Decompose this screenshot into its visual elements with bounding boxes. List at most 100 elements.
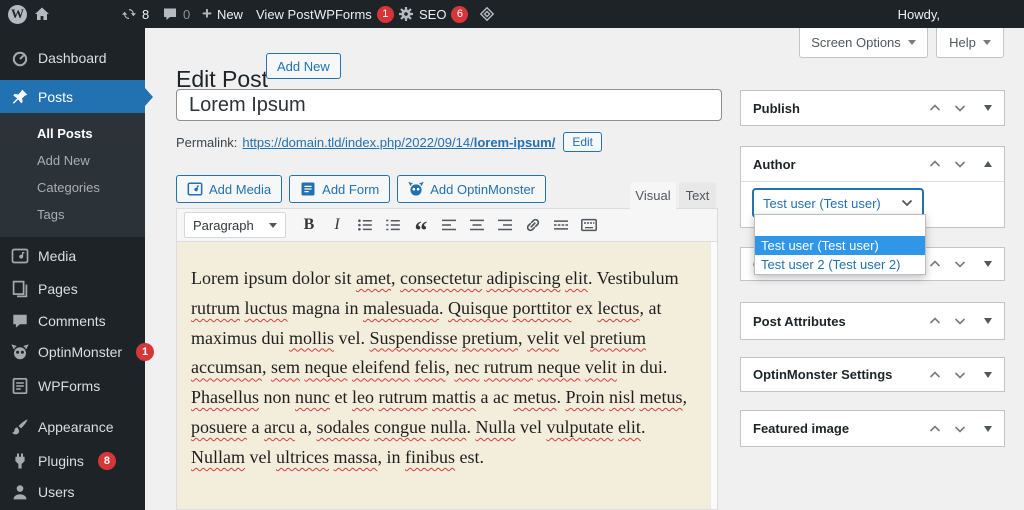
admin-bar: W 8 0 + New View Post WPForms 1 SEO 6 xyxy=(0,0,1024,28)
add-form-button[interactable]: Add Form xyxy=(289,175,390,203)
author-option[interactable]: Test user 2 (Test user 2) xyxy=(755,255,925,274)
help-button[interactable]: Help xyxy=(936,28,1004,58)
insert-link-button[interactable] xyxy=(520,213,546,237)
permalink-url-link[interactable]: https://domain.tld/index.php/2022/09/14/… xyxy=(242,135,555,150)
add-media-button[interactable]: Add Media xyxy=(176,175,282,203)
panel-toggle-icon[interactable] xyxy=(984,105,992,111)
panel-toggle-icon[interactable] xyxy=(984,318,992,324)
bulleted-list-button[interactable] xyxy=(352,213,378,237)
wordpress-logo-menu[interactable]: W xyxy=(8,0,27,28)
permalink-label: Permalink: xyxy=(176,135,237,150)
home-icon xyxy=(34,6,50,22)
sidebar-item-optinmonster[interactable]: OptinMonster 1 xyxy=(0,338,145,366)
move-up-icon[interactable] xyxy=(928,422,942,436)
submenu-item-all-posts[interactable]: All Posts xyxy=(0,120,145,147)
panel-toggle-icon[interactable] xyxy=(984,261,992,267)
post-title-input[interactable] xyxy=(176,89,722,121)
numbered-list-icon xyxy=(384,216,402,234)
align-left-button[interactable] xyxy=(436,213,462,237)
seo-adminbar-menu[interactable]: SEO 6 xyxy=(398,0,468,28)
read-more-tag-button[interactable] xyxy=(548,213,574,237)
help-label: Help xyxy=(949,35,976,50)
submenu-item-add-new[interactable]: Add New xyxy=(0,147,145,174)
author-select[interactable]: Test user (Test user) xyxy=(753,189,923,217)
site-home-menu[interactable] xyxy=(34,0,50,28)
toolbar-toggle-button[interactable] xyxy=(576,213,602,237)
move-down-icon[interactable] xyxy=(953,368,967,382)
permalink-edit-button[interactable]: Edit xyxy=(563,132,602,152)
sidebar-item-posts[interactable]: Posts xyxy=(0,80,145,113)
move-down-icon[interactable] xyxy=(953,314,967,328)
numbered-list-button[interactable] xyxy=(380,213,406,237)
wordpress-logo-icon: W xyxy=(8,5,27,24)
panel-toggle-icon[interactable] xyxy=(984,161,992,167)
move-down-icon[interactable] xyxy=(953,157,967,171)
move-down-icon[interactable] xyxy=(953,257,967,271)
post-attributes-panel-header[interactable]: Post Attributes xyxy=(741,303,1004,339)
view-post-menu[interactable]: View Post xyxy=(256,0,314,28)
editor-scrollbar[interactable] xyxy=(710,242,717,509)
wpforms-adminbar-menu[interactable]: WPForms 1 xyxy=(314,0,394,28)
new-content-menu[interactable]: + New xyxy=(202,0,243,28)
tab-text[interactable]: Text xyxy=(679,182,716,208)
sidebar-item-pages[interactable]: Pages xyxy=(0,275,145,303)
sidebar-item-media[interactable]: Media xyxy=(0,242,145,270)
move-down-icon[interactable] xyxy=(953,101,967,115)
add-optinmonster-label: Add OptinMonster xyxy=(430,182,535,197)
optinmonster-settings-panel-header[interactable]: OptinMonster Settings xyxy=(741,358,1004,391)
optinmonster-badge: 1 xyxy=(136,343,154,361)
sidebar-item-wpforms[interactable]: WPForms xyxy=(0,372,145,400)
media-icon xyxy=(11,247,29,265)
panel-toggle-icon[interactable] xyxy=(984,372,992,378)
editor-content-text[interactable]: Lorem ipsum dolor sit amet, consectetur … xyxy=(177,242,710,509)
italic-button[interactable]: I xyxy=(324,213,350,237)
author-panel-header[interactable]: Author xyxy=(741,147,1004,182)
submenu-item-tags[interactable]: Tags xyxy=(0,201,145,228)
move-down-icon[interactable] xyxy=(953,422,967,436)
theme-builder-adminbar-menu[interactable] xyxy=(479,0,495,28)
seo-label: SEO xyxy=(419,7,446,22)
editor-body: Lorem ipsum dolor sit amet, consectetur … xyxy=(177,242,717,509)
paragraph-format-select[interactable]: Paragraph xyxy=(184,212,286,238)
sidebar-item-label: OptinMonster xyxy=(38,344,122,360)
sidebar-item-label: Plugins xyxy=(38,453,84,469)
sidebar-item-dashboard[interactable]: Dashboard xyxy=(0,44,145,72)
user-icon xyxy=(11,483,29,501)
updates-menu[interactable]: 8 xyxy=(121,0,149,28)
chevron-down-icon xyxy=(269,223,277,228)
add-optinmonster-button[interactable]: Add OptinMonster xyxy=(397,175,546,203)
publish-panel-header[interactable]: Publish xyxy=(741,91,1004,125)
howdy-account-menu[interactable]: Howdy, xyxy=(898,0,940,28)
sidebar-item-appearance[interactable]: Appearance xyxy=(0,413,145,441)
featured-image-panel-header[interactable]: Featured image xyxy=(741,411,1004,446)
plugin-icon xyxy=(11,452,29,470)
move-up-icon[interactable] xyxy=(928,368,942,382)
screen-options-button[interactable]: Screen Options xyxy=(799,28,928,58)
align-center-button[interactable] xyxy=(464,213,490,237)
sidebar-item-plugins[interactable]: Plugins 8 xyxy=(0,447,145,475)
add-new-button[interactable]: Add New xyxy=(266,53,341,79)
move-up-icon[interactable] xyxy=(928,314,942,328)
author-option-selected[interactable]: Test user (Test user) xyxy=(755,236,925,255)
featured-image-panel: Featured image xyxy=(740,410,1005,447)
sidebar-item-label: Dashboard xyxy=(38,50,107,66)
comments-icon xyxy=(11,312,29,330)
bold-button[interactable]: B xyxy=(296,213,322,237)
sidebar-item-label: WPForms xyxy=(38,378,100,394)
editor-media-buttons: Add Media Add Form Add OptinMonster xyxy=(176,175,546,203)
move-up-icon[interactable] xyxy=(928,101,942,115)
submenu-item-categories[interactable]: Categories xyxy=(0,174,145,201)
align-right-button[interactable] xyxy=(492,213,518,237)
add-optinmonster-icon xyxy=(408,181,424,197)
new-label: New xyxy=(217,7,243,22)
move-up-icon[interactable] xyxy=(928,157,942,171)
panel-toggle-icon[interactable] xyxy=(984,426,992,432)
sidebar-item-comments[interactable]: Comments xyxy=(0,307,145,335)
tab-visual[interactable]: Visual xyxy=(630,182,676,209)
sidebar-item-users[interactable]: Users xyxy=(0,478,145,506)
blockquote-button[interactable]: “ xyxy=(408,207,434,243)
comments-menu[interactable]: 0 xyxy=(162,0,190,28)
panel-title: OptinMonster Settings xyxy=(753,367,892,382)
move-up-icon[interactable] xyxy=(928,257,942,271)
sidebar-item-label: Comments xyxy=(38,313,106,329)
